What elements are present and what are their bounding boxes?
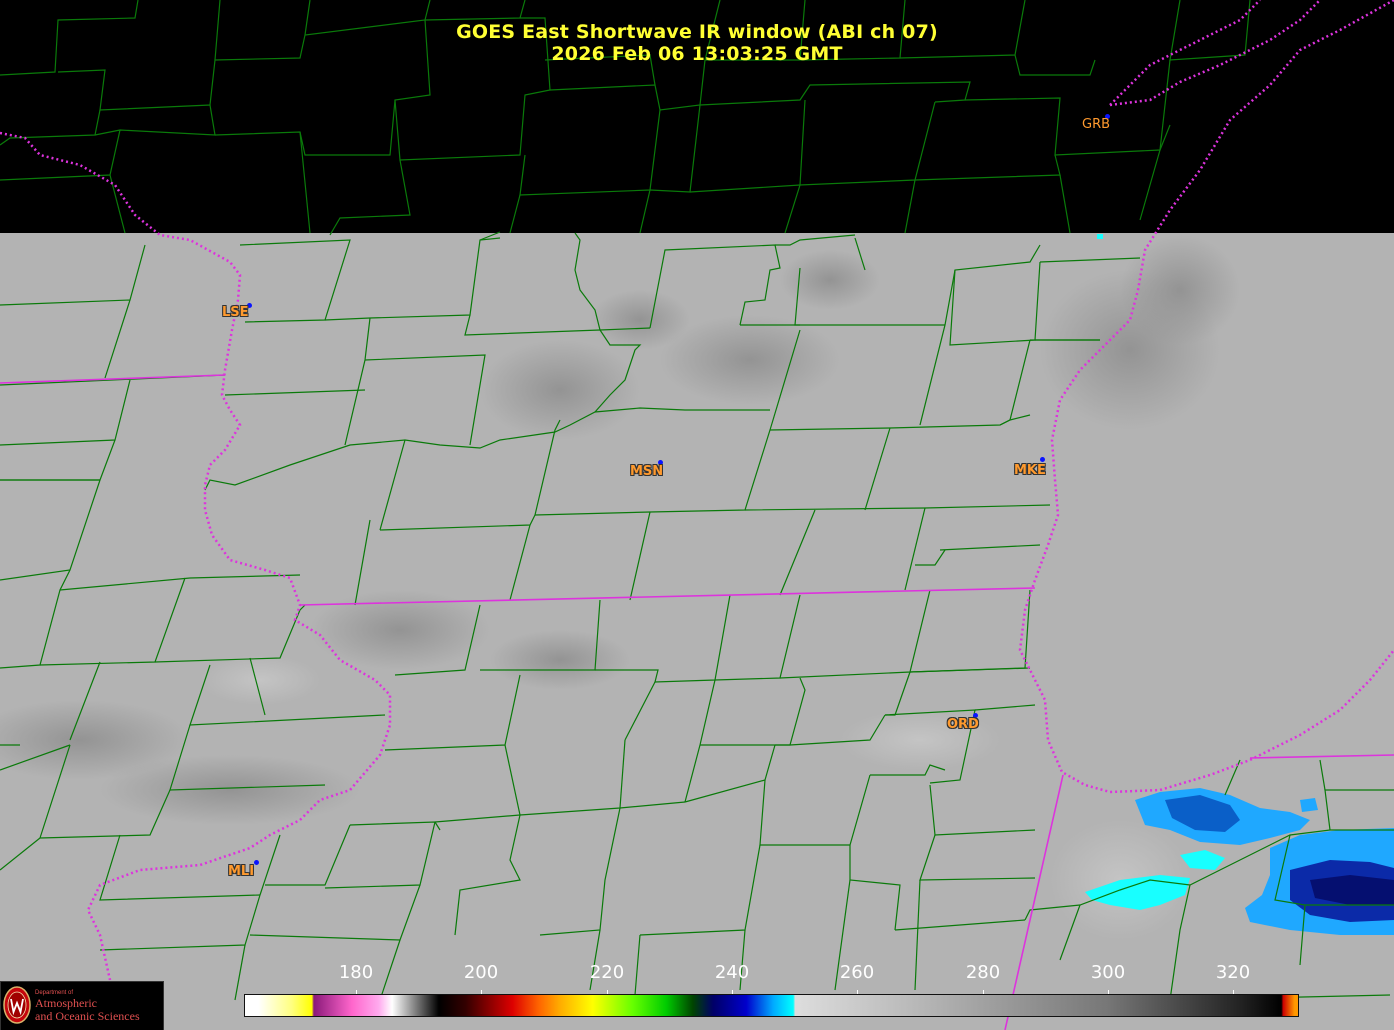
colorbar-tick-label: 300 xyxy=(1090,962,1126,983)
cold-patch xyxy=(590,290,690,350)
colorbar-tick-label: 220 xyxy=(589,962,625,983)
logo-name-text: Atmospheric and Oceanic Sciences xyxy=(35,997,140,1023)
colorbar-tick-label: 240 xyxy=(714,962,750,983)
aos-logo: Department of Atmospheric and Oceanic Sc… xyxy=(0,981,164,1030)
cold-patch xyxy=(490,630,630,690)
station-label-mke: MKE xyxy=(1014,463,1046,478)
logo-name-line2: and Oceanic Sciences xyxy=(35,1009,140,1023)
satellite-image-viewer: GOES East Shortwave IR window (ABI ch 07… xyxy=(0,0,1394,1030)
station-label-lse: LSE xyxy=(222,305,249,320)
station-label-ord: ORD xyxy=(947,717,979,732)
cold-patch xyxy=(780,250,880,310)
uw-crest-icon xyxy=(3,986,31,1024)
colorbar-tick-label: 180 xyxy=(338,962,374,983)
station-label-mli: MLI xyxy=(228,864,255,879)
station-label-grb: GRB xyxy=(1082,117,1111,132)
colorbar-tick-label: 260 xyxy=(839,962,875,983)
colorbar-tick-label: 200 xyxy=(463,962,499,983)
cold-patch xyxy=(480,340,640,440)
ir-imagery xyxy=(0,0,1394,1030)
colorbar-tick-label: 280 xyxy=(965,962,1001,983)
cold-patch xyxy=(100,755,360,825)
station-marker-mli xyxy=(254,860,259,865)
station-label-msn: MSN xyxy=(630,464,664,479)
satellite-map xyxy=(0,0,1394,1030)
station-marker-mke xyxy=(1040,457,1045,462)
map-timestamp: 2026 Feb 06 13:03:25 GMT xyxy=(551,43,843,65)
colorbar-tick-label: 320 xyxy=(1215,962,1251,983)
temperature-colorbar xyxy=(244,994,1299,1017)
map-title: GOES East Shortwave IR window (ABI ch 07… xyxy=(456,21,938,43)
